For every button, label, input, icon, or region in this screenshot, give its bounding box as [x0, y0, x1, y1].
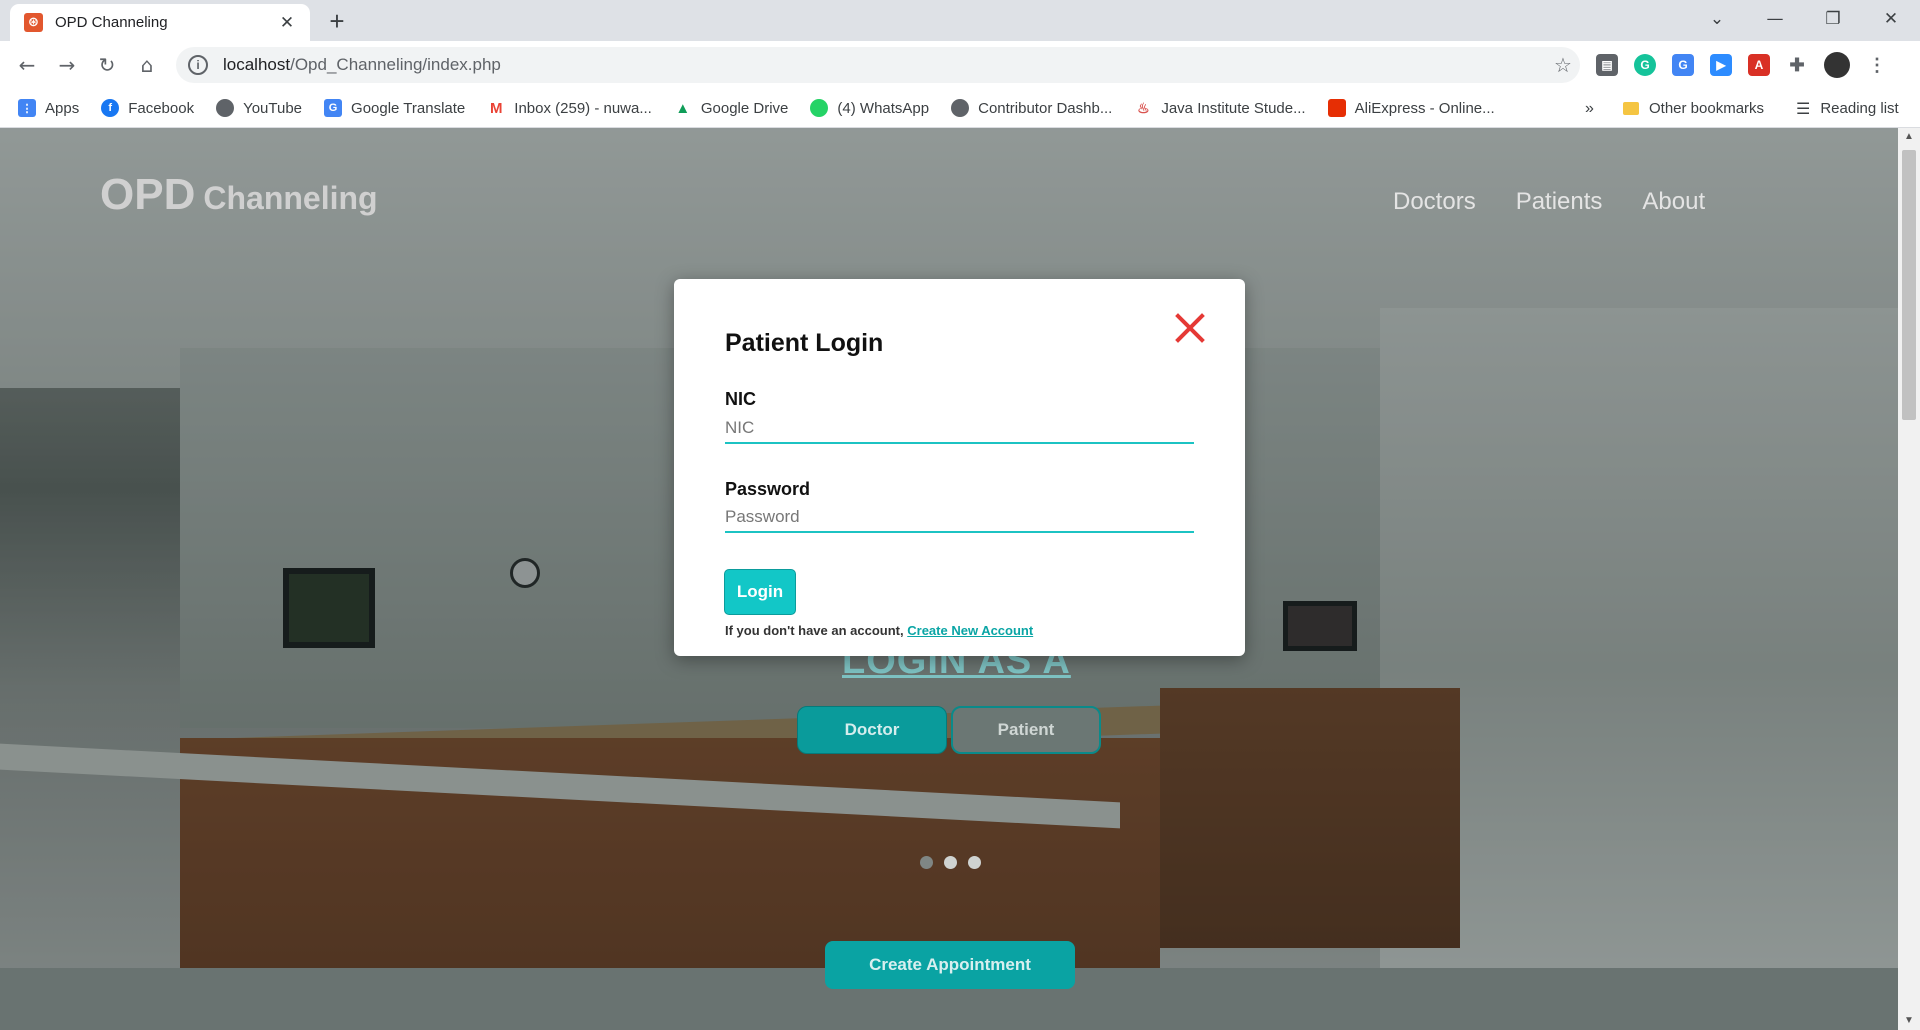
nic-input[interactable] [725, 414, 1194, 444]
nav-patients[interactable]: Patients [1516, 188, 1603, 216]
bookmark-facebook[interactable]: f Facebook [101, 99, 194, 117]
gmail-icon: M [487, 99, 506, 117]
minimize-button[interactable]: — [1746, 0, 1804, 38]
xampp-favicon-icon: ⊛ [24, 13, 43, 32]
browser-toolbar: ← → ↻ ⌂ i localhost/Opd_Channeling/index… [0, 41, 1920, 89]
reading-list[interactable]: ☰ Reading list [1796, 89, 1899, 128]
home-icon[interactable]: ⌂ [130, 48, 164, 82]
browser-tab[interactable]: ⊛ OPD Channeling ✕ [10, 4, 310, 41]
bookmark-java-institute[interactable]: ♨ Java Institute Stude... [1134, 99, 1306, 117]
scrollbar-thumb[interactable] [1902, 150, 1916, 420]
forward-icon[interactable]: → [50, 48, 84, 82]
tab-strip: ⊛ OPD Channeling ✕ + ⌄ — ❐ ✕ [0, 0, 1920, 41]
reader-mode-icon[interactable]: ▤ [1596, 54, 1618, 76]
patient-button[interactable]: Patient [951, 706, 1101, 754]
bookmark-whatsapp[interactable]: (4) WhatsApp [810, 99, 929, 117]
patient-login-modal: Patient Login NIC Password Login If you … [674, 279, 1245, 656]
scroll-down-arrow-icon[interactable]: ▼ [1898, 1012, 1920, 1030]
grammarly-icon[interactable]: G [1634, 54, 1656, 76]
carousel-dot[interactable] [920, 856, 933, 869]
close-icon[interactable] [1174, 312, 1206, 344]
url-text[interactable]: localhost/Opd_Channeling/index.php [223, 55, 1546, 75]
extensions-puzzle-icon[interactable]: ✚ [1786, 54, 1808, 76]
bookmark-contributor[interactable]: Contributor Dashb... [951, 99, 1112, 117]
restore-button[interactable]: ❐ [1804, 0, 1862, 38]
site-logo[interactable]: OPD Channeling [100, 170, 378, 220]
drive-icon: ▲ [673, 99, 692, 117]
globe-icon [951, 99, 970, 117]
nav-about[interactable]: About [1642, 188, 1705, 216]
folder-icon [1623, 102, 1639, 115]
menu-kebab-icon[interactable]: ⋮ [1866, 54, 1888, 76]
carousel-dot[interactable] [944, 856, 957, 869]
bookmark-google-drive[interactable]: ▲ Google Drive [673, 99, 788, 117]
profile-avatar[interactable] [1824, 52, 1850, 78]
aliexpress-icon [1327, 99, 1346, 117]
create-account-link[interactable]: Create New Account [907, 623, 1033, 638]
carousel-dot[interactable] [968, 856, 981, 869]
apps-grid-icon: ⋮ [18, 99, 36, 117]
close-window-button[interactable]: ✕ [1862, 0, 1920, 38]
translate-icon: G [324, 99, 343, 117]
reading-list-icon: ☰ [1796, 100, 1811, 118]
nic-label: NIC [725, 389, 756, 409]
bookmark-gmail[interactable]: M Inbox (259) - nuwa... [487, 99, 652, 117]
signup-prompt: If you don't have an account, Create New… [725, 623, 1034, 638]
tab-search-icon[interactable]: ⌄ [1688, 0, 1746, 38]
back-icon[interactable]: ← [10, 48, 44, 82]
globe-icon [216, 99, 235, 117]
page-viewport: OPD Channeling Doctors Patients About LOG… [0, 128, 1898, 1030]
create-appointment-button[interactable]: Create Appointment [825, 941, 1075, 989]
whatsapp-icon [810, 99, 829, 117]
window-controls: ⌄ — ❐ ✕ [1688, 0, 1920, 38]
nav-doctors[interactable]: Doctors [1393, 188, 1476, 216]
new-tab-button[interactable]: + [322, 6, 352, 36]
bookmark-aliexpress[interactable]: AliExpress - Online... [1327, 99, 1495, 117]
login-button[interactable]: Login [724, 569, 796, 615]
site-info-icon[interactable]: i [188, 55, 208, 75]
bookmarks-bar: ⋮ Apps f Facebook YouTube G Google Translat… [0, 89, 1920, 128]
reload-icon[interactable]: ↻ [90, 48, 124, 82]
scroll-up-arrow-icon[interactable]: ▲ [1898, 128, 1920, 146]
carousel-indicators [920, 856, 981, 869]
more-bookmarks-chevron-icon[interactable]: » [1585, 89, 1594, 128]
site-nav: Doctors Patients About [1393, 188, 1705, 216]
tab-close-icon[interactable]: ✕ [276, 13, 298, 33]
zoom-icon[interactable]: ▶ [1710, 54, 1732, 76]
facebook-icon: f [101, 99, 120, 117]
translate-extension-icon[interactable]: G [1672, 54, 1694, 76]
pdf-icon[interactable]: A [1748, 54, 1770, 76]
password-input[interactable] [725, 503, 1194, 533]
bookmark-youtube[interactable]: YouTube [216, 99, 302, 117]
extensions-area: ▤ G G ▶ A ✚ ⋮ [1596, 52, 1888, 78]
tab-title: OPD Channeling [55, 14, 168, 31]
address-bar[interactable]: i localhost/Opd_Channeling/index.php ☆ [176, 47, 1580, 83]
page-scrollbar[interactable]: ▲ ▼ [1898, 128, 1920, 1030]
bookmark-apps[interactable]: ⋮ Apps [18, 99, 79, 117]
other-bookmarks[interactable]: Other bookmarks [1623, 89, 1764, 128]
doctor-button[interactable]: Doctor [797, 706, 947, 754]
bookmark-star-icon[interactable]: ☆ [1546, 53, 1580, 78]
password-label: Password [725, 479, 811, 499]
modal-title: Patient Login [725, 329, 884, 357]
bookmark-google-translate[interactable]: G Google Translate [324, 99, 465, 117]
java-icon: ♨ [1134, 99, 1153, 117]
